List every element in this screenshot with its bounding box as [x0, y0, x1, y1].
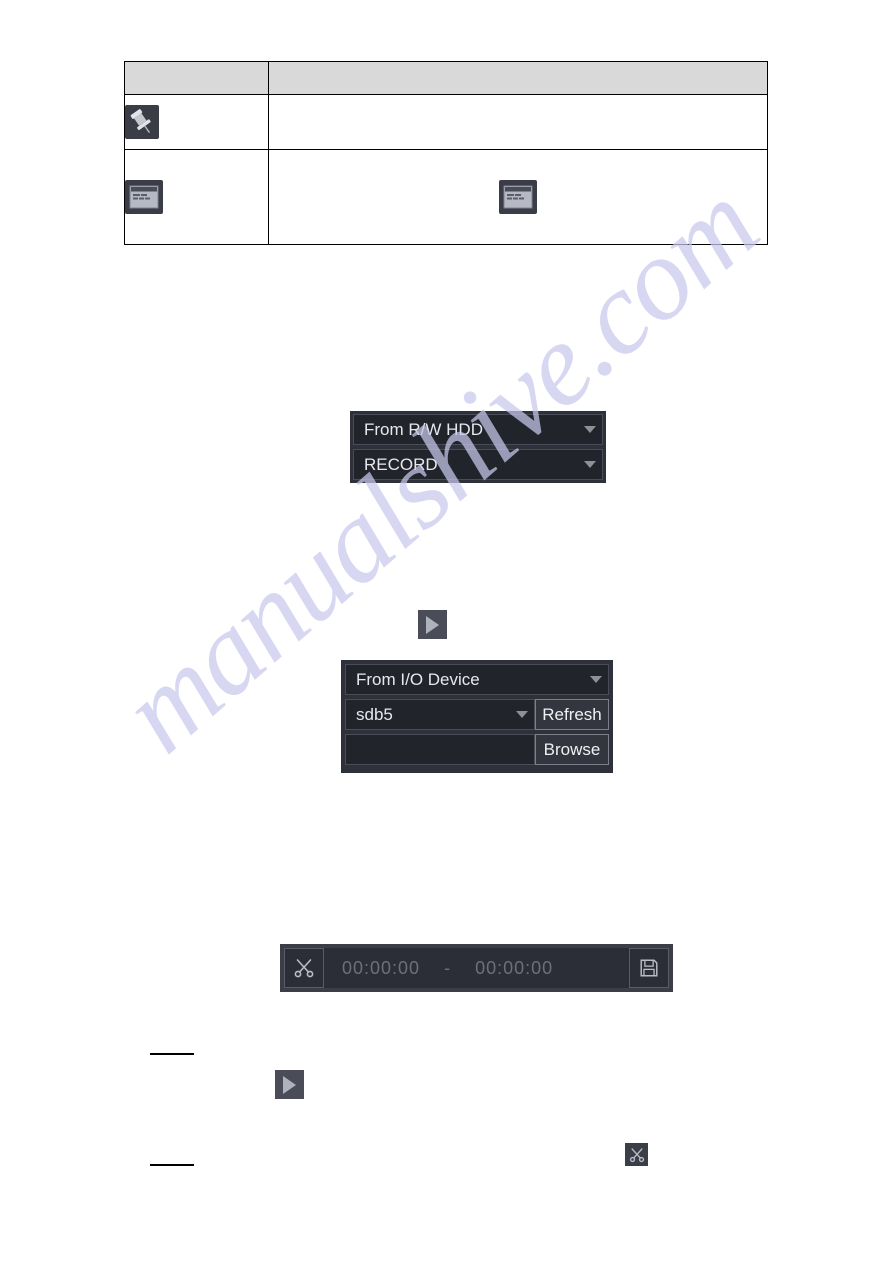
record-source-value: From R/W HDD [364, 419, 483, 439]
window-dialog-icon [499, 180, 538, 214]
clip-time-range[interactable]: 00:00:00 - 00:00:00 [324, 948, 629, 988]
table-header-icon-column [123, 61, 270, 95]
save-floppy-icon [640, 959, 658, 977]
icon-description-table [123, 61, 768, 245]
table-cell-icon [123, 94, 270, 150]
io-path-input[interactable] [345, 734, 535, 765]
record-source-select[interactable]: From R/W HDD [353, 414, 603, 445]
io-source-select[interactable]: From I/O Device [345, 664, 609, 695]
table-cell-icon [123, 149, 270, 245]
pushpin-icon [125, 105, 159, 139]
table-header-row [123, 61, 768, 95]
refresh-button[interactable]: Refresh [535, 699, 609, 730]
chevron-down-icon [516, 711, 528, 718]
record-type-select[interactable]: RECORD [353, 449, 603, 480]
play-icon [426, 615, 439, 634]
play-button[interactable] [418, 610, 447, 639]
note-underline [150, 1053, 194, 1055]
clip-toolbar: 00:00:00 - 00:00:00 [280, 944, 673, 992]
table-cell-description [268, 149, 768, 245]
clip-save-button[interactable] [629, 948, 669, 988]
note-underline [150, 1164, 194, 1166]
io-device-value: sdb5 [356, 704, 393, 724]
scissors-icon [294, 959, 314, 978]
table-header-description-column [268, 61, 768, 95]
clip-end-time: 00:00:00 [475, 957, 554, 978]
play-button[interactable] [275, 1070, 304, 1099]
table-row [123, 94, 768, 150]
chevron-down-icon [584, 426, 596, 433]
io-source-value: From I/O Device [356, 669, 480, 689]
table-row [123, 149, 768, 245]
clip-time-separator: - [444, 957, 452, 978]
clip-scissors-button[interactable] [284, 948, 324, 988]
table-cell-description [268, 94, 768, 150]
scissors-button[interactable] [625, 1143, 648, 1166]
window-dialog-icon [125, 180, 163, 214]
browse-button[interactable]: Browse [535, 734, 609, 765]
chevron-down-icon [590, 676, 602, 683]
clip-start-time: 00:00:00 [342, 957, 421, 978]
record-source-panel: From R/W HDD RECORD [350, 411, 606, 483]
record-type-value: RECORD [364, 454, 438, 474]
chevron-down-icon [584, 461, 596, 468]
play-icon [283, 1075, 296, 1094]
scissors-icon [629, 1147, 644, 1162]
io-device-panel: From I/O Device sdb5 Refresh Browse [341, 660, 613, 773]
io-device-select[interactable]: sdb5 [345, 699, 535, 730]
